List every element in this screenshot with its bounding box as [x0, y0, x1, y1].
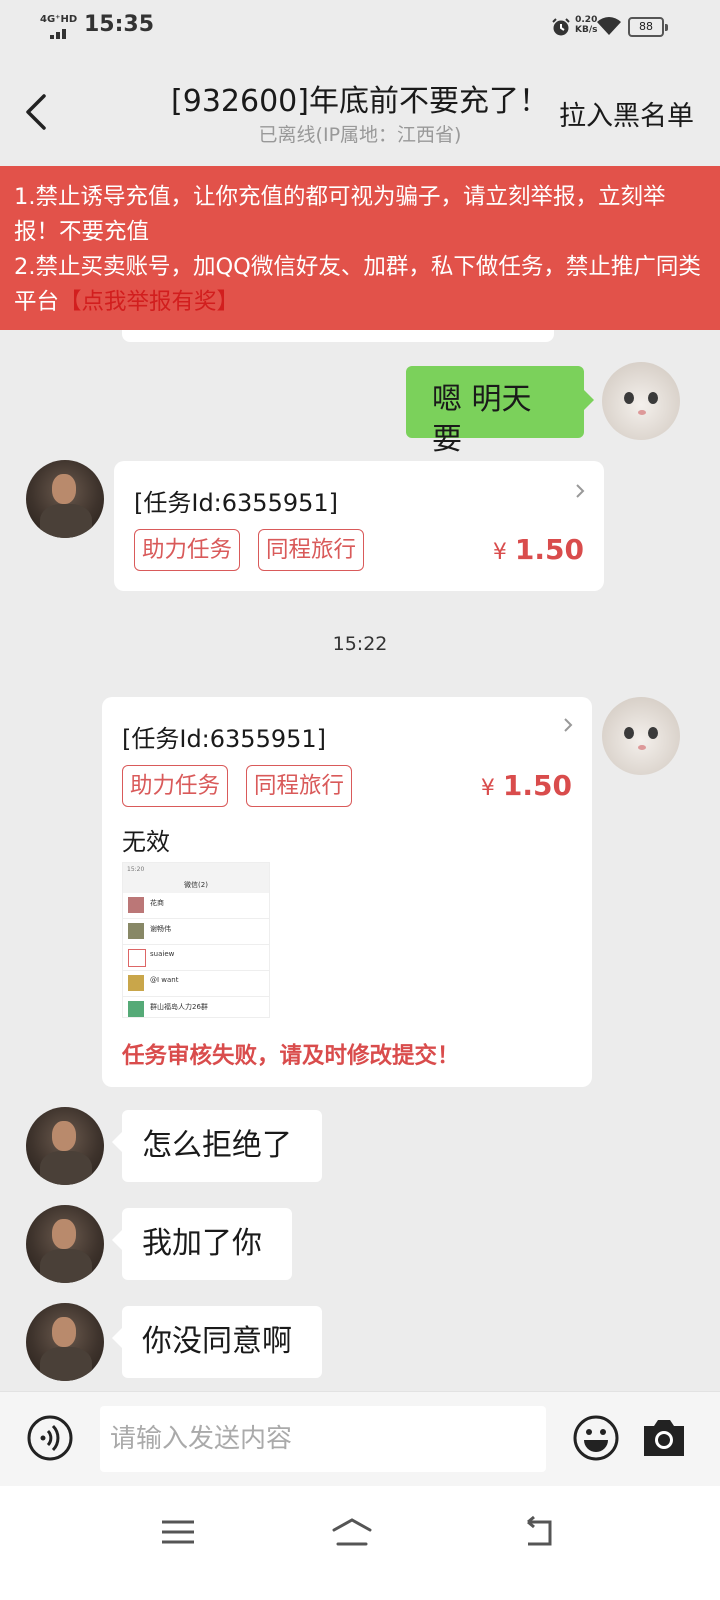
message-bubble-mine[interactable]: 嗯 明天要 [406, 366, 594, 457]
contact-avatar[interactable] [26, 1205, 104, 1283]
message-text: 你没同意啊 [142, 1324, 292, 1359]
message-bubble[interactable]: 怎么拒绝了 [112, 1110, 322, 1182]
warning-line-1: 1.禁止诱导充值，让你充值的都可视为骗子，请立刻举报，立刻举报！不要充值 [14, 184, 666, 245]
signal-icon: 4G⁺HD [40, 14, 80, 40]
smiley-icon[interactable] [572, 1414, 620, 1462]
my-avatar[interactable] [602, 697, 680, 775]
network-speed: 0.20 KB/s [575, 15, 598, 35]
task-card[interactable]: [任务Id:6355951] 助力任务 同程旅行 ¥1.50 [114, 461, 604, 591]
message-text: 嗯 明天要 [432, 382, 532, 457]
input-bar [0, 1391, 720, 1486]
battery-icon: 88 [628, 17, 668, 37]
screenshot-thumbnail[interactable]: 15:20 微信(2) 花商 谢畅伟 suaiew @I want 群山福岛人力… [122, 862, 270, 1018]
message-text: 我加了你 [142, 1226, 262, 1261]
status-bar: 4G⁺HD 15:35 0.20 KB/s 88 [0, 0, 720, 56]
chevron-left-icon[interactable] [18, 92, 58, 132]
review-result: 无效 [122, 828, 170, 856]
task-tag: 同程旅行 [246, 765, 353, 807]
voice-icon[interactable] [26, 1414, 74, 1462]
message-bubble[interactable]: 我加了你 [112, 1208, 292, 1280]
thumb-title: 微信(2) [123, 877, 269, 893]
task-price: ¥1.50 [480, 769, 572, 802]
task-id: [任务Id:6355951] [122, 725, 327, 753]
battery-level: 88 [639, 20, 653, 33]
contact-avatar[interactable] [26, 1303, 104, 1381]
back-nav-icon[interactable] [518, 1514, 562, 1550]
task-tag: 同程旅行 [258, 529, 365, 571]
task-id: [任务Id:6355951] [134, 489, 339, 517]
contact-avatar[interactable] [26, 1107, 104, 1185]
message-input[interactable] [100, 1406, 546, 1472]
chevron-right-icon [564, 718, 573, 732]
warning-banner: 1.禁止诱导充值，让你充值的都可视为骗子，请立刻举报，立刻举报！不要充值 2.禁… [0, 166, 720, 330]
message-text: 怎么拒绝了 [142, 1128, 292, 1163]
message-timestamp: 15:22 [332, 633, 388, 655]
wifi-icon [597, 17, 621, 35]
message-bubble[interactable]: 你没同意啊 [112, 1306, 322, 1378]
menu-icon[interactable] [156, 1514, 200, 1550]
warning-line-2: 2.禁止买卖账号，加QQ微信好友、加群，私下做任务，禁止推广同类平台【点我举报有… [14, 254, 701, 315]
report-link[interactable]: 【点我举报有奖】 [59, 289, 239, 315]
system-nav-bar [0, 1486, 720, 1600]
camera-icon[interactable] [640, 1416, 688, 1460]
task-tag: 助力任务 [134, 529, 241, 571]
my-avatar[interactable] [602, 362, 680, 440]
task-tag: 助力任务 [122, 765, 229, 807]
alarm-icon [552, 18, 570, 36]
blacklist-button[interactable]: 拉入黑名单 [559, 94, 694, 133]
task-price: ¥1.50 [492, 533, 584, 566]
home-icon[interactable] [330, 1514, 374, 1550]
chat-header: [932600]年底前不要充了！ 已离线(IP属地：江西省) 拉入黑名单 [0, 56, 720, 166]
review-fail-note: 任务审核失败，请及时修改提交！ [122, 1043, 460, 1069]
previous-card [122, 330, 554, 342]
contact-avatar[interactable] [26, 460, 104, 538]
chevron-right-icon [576, 484, 585, 498]
network-type: 4G⁺HD [40, 14, 78, 25]
status-time: 15:35 [84, 12, 155, 37]
